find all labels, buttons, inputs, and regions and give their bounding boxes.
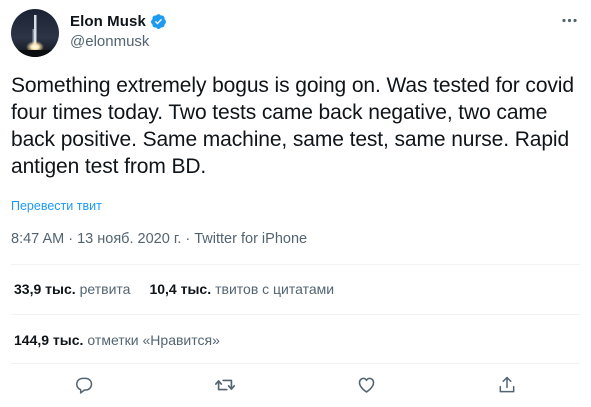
verified-badge-icon <box>150 13 167 30</box>
quotes-stat[interactable]: 10,4 тыс. твитов с цитатами <box>149 281 334 297</box>
author-name[interactable]: Elon Musk <box>70 13 146 30</box>
author-names: Elon Musk @elonmusk <box>70 11 167 50</box>
retweet-stats-row: 33,9 тыс. ретвита 10,4 тыс. твитов с цит… <box>14 281 353 297</box>
avatar-image <box>11 9 59 57</box>
retweet-button[interactable] <box>212 374 238 400</box>
quotes-count: 10,4 тыс. <box>149 281 212 297</box>
share-button[interactable] <box>494 374 520 400</box>
tweet-meta[interactable]: 8:47 AM · 13 нояб. 2020 г. · Twitter for… <box>11 231 307 247</box>
more-options-button[interactable] <box>559 11 579 31</box>
tweet-actions <box>0 374 591 400</box>
author-handle[interactable]: @elonmusk <box>70 33 167 50</box>
share-icon <box>497 375 517 400</box>
likes-count: 144,9 тыс. <box>14 332 84 348</box>
name-row: Elon Musk <box>70 11 167 31</box>
retweet-icon <box>214 374 236 401</box>
divider <box>11 314 580 315</box>
retweets-count: 33,9 тыс. <box>14 281 76 297</box>
more-icon <box>560 11 579 35</box>
tweet-card: Elon Musk @elonmusk Something extremely … <box>0 0 591 407</box>
divider <box>11 264 580 265</box>
retweets-label: ретвита <box>79 281 131 297</box>
avatar[interactable] <box>11 9 59 57</box>
likes-stats-row: 144,9 тыс. отметки «Нравится» <box>14 332 239 348</box>
translate-tweet-link[interactable]: Перевести твит <box>11 199 102 213</box>
like-button[interactable] <box>353 374 379 400</box>
quotes-label: твитов с цитатами <box>215 281 335 297</box>
likes-stat[interactable]: 144,9 тыс. отметки «Нравится» <box>14 332 220 348</box>
reply-icon <box>74 375 94 400</box>
reply-button[interactable] <box>71 374 97 400</box>
divider <box>11 363 580 364</box>
like-icon <box>356 374 377 400</box>
tweet-text: Something extremely bogus is going on. W… <box>11 74 574 178</box>
tweet-header: Elon Musk @elonmusk <box>11 9 579 57</box>
likes-label: отметки «Нравится» <box>87 332 220 348</box>
retweets-stat[interactable]: 33,9 тыс. ретвита <box>14 281 130 297</box>
